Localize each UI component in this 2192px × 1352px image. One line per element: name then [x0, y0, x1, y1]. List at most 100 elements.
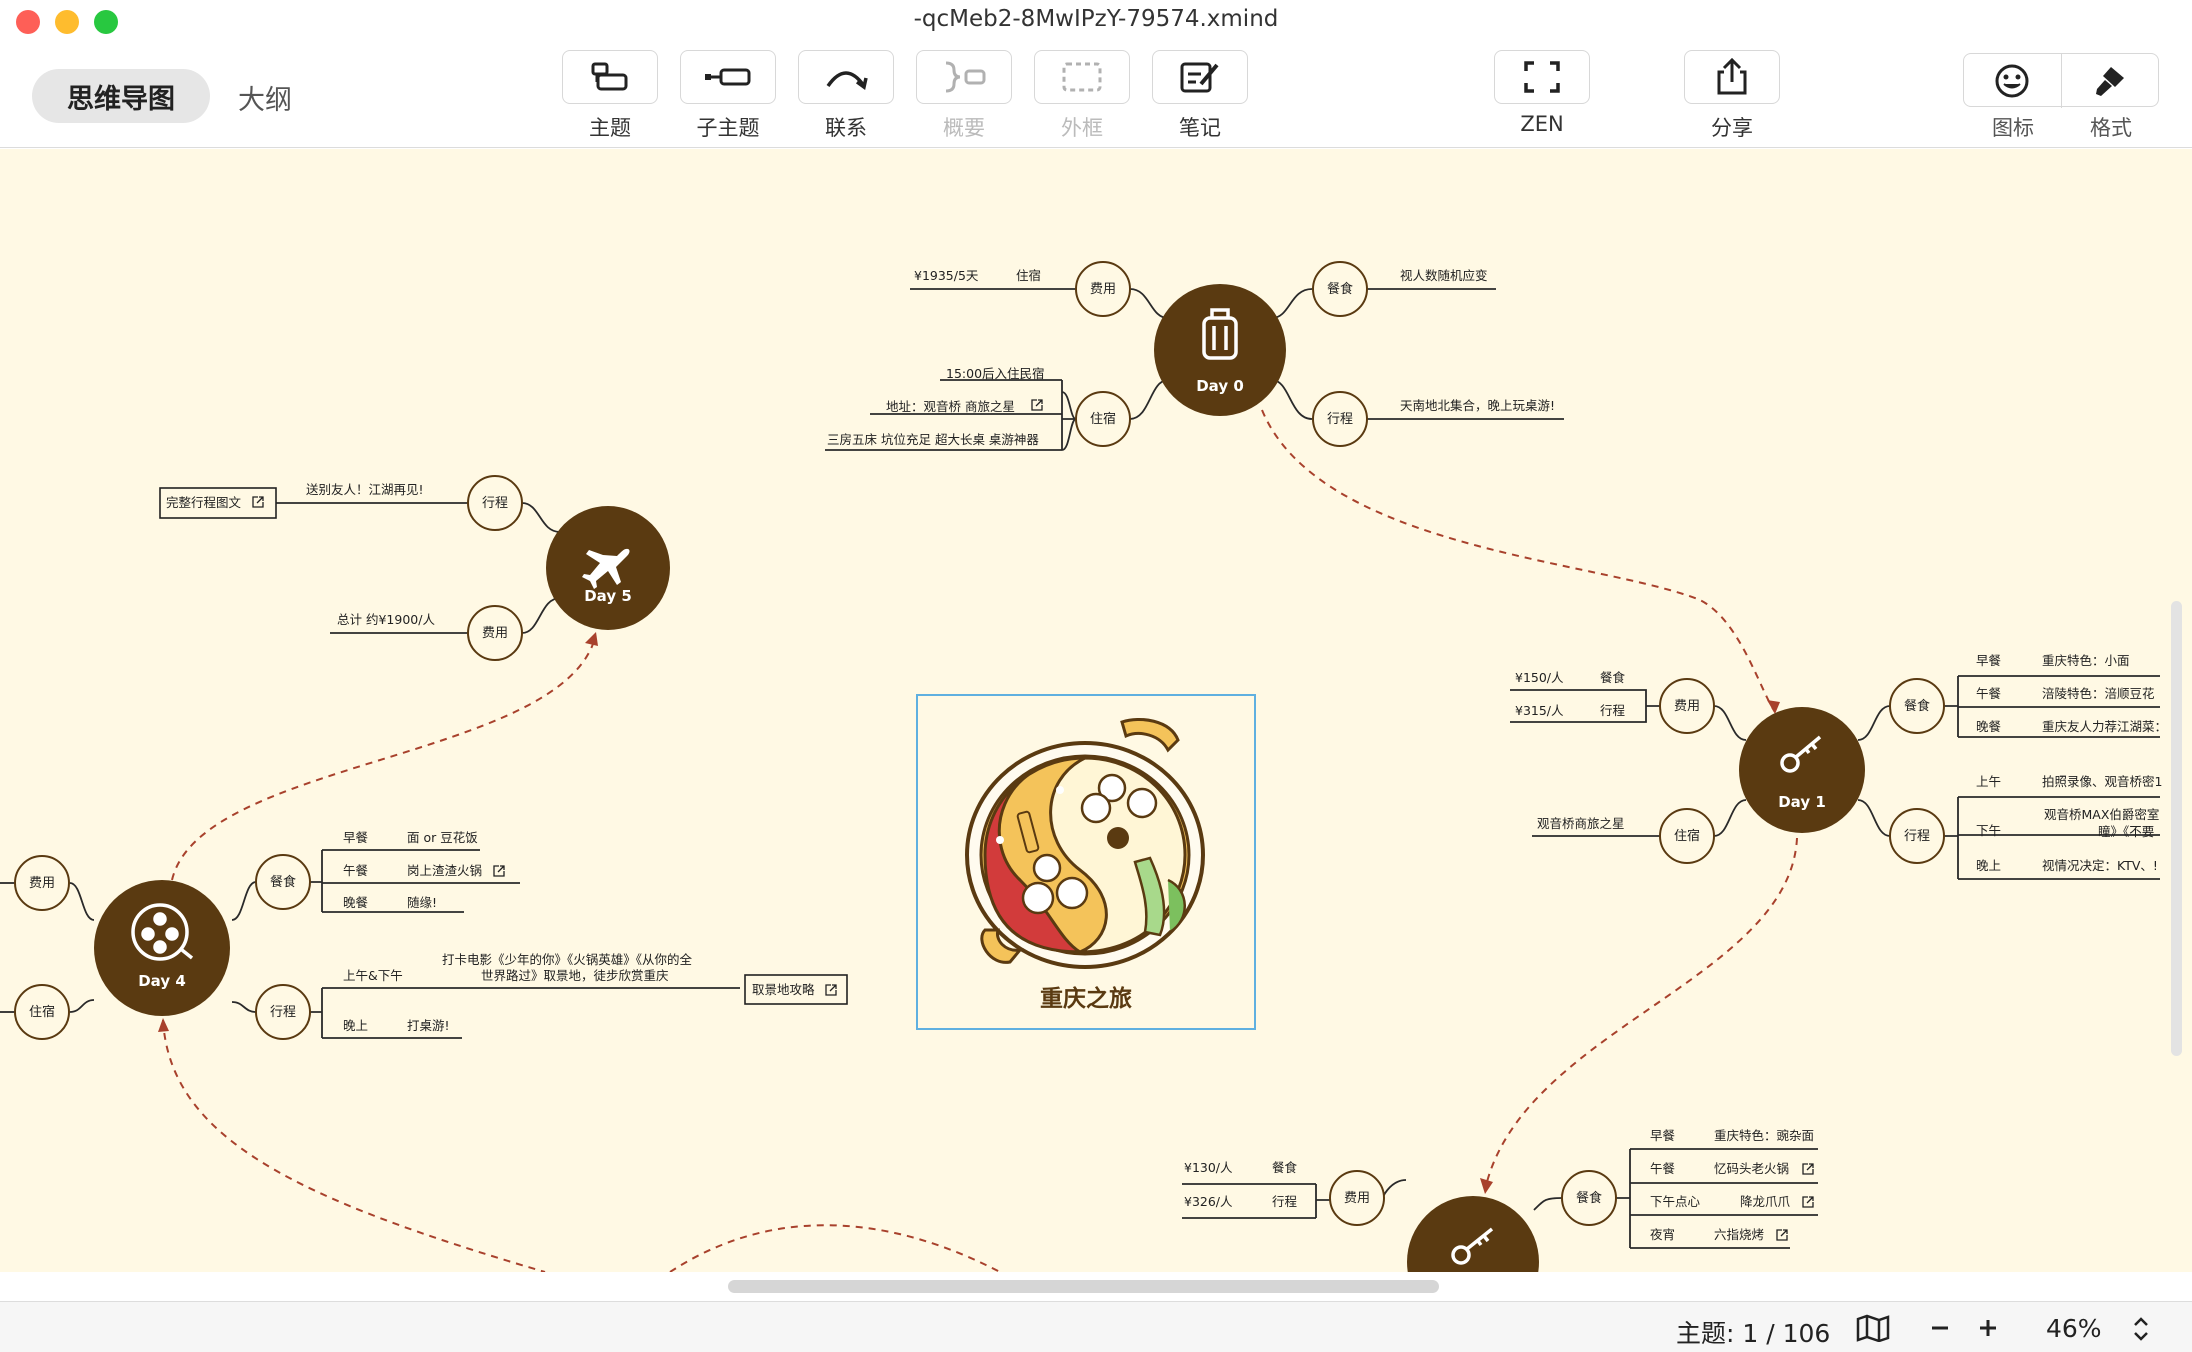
topic-text[interactable]: 下午点心 — [1650, 1194, 1701, 1209]
map-icon[interactable] — [1855, 1314, 1891, 1342]
topic-text[interactable]: 观音桥MAX伯爵密室 — [2044, 807, 2159, 822]
zoom-out-icon[interactable] — [1926, 1314, 1954, 1342]
day4-label: Day 4 — [138, 972, 186, 990]
relation-button[interactable]: 联系 — [798, 50, 894, 142]
topic-text[interactable]: 视情况决定：KTV、! — [2042, 858, 2158, 873]
boundary-button[interactable]: 外框 — [1034, 50, 1130, 142]
external-link-icon[interactable] — [252, 496, 264, 508]
topic-text[interactable]: 餐食 — [1272, 1160, 1298, 1175]
chevron-updown-icon[interactable] — [2130, 1314, 2152, 1344]
topic-text[interactable]: 总计 约¥1900/人 — [337, 612, 435, 627]
topic-text[interactable]: 降龙爪爪 — [1740, 1194, 1791, 1209]
external-link-icon[interactable] — [825, 984, 837, 996]
subtopic-button[interactable]: 子主题 — [680, 50, 776, 142]
topic-text[interactable]: 重庆特色：小面 — [2042, 653, 2130, 668]
mindmap-canvas[interactable]: Day 0 Day 1 Day 5 Day 4 费用 住宿 餐食 行程 费用 住… — [0, 149, 2192, 1272]
topic-text[interactable]: ¥150/人 — [1515, 670, 1564, 685]
icon-format-group — [1963, 53, 2159, 108]
external-link-icon[interactable] — [1031, 399, 1043, 411]
note-button-label: 笔记 — [1179, 116, 1221, 140]
window-title: -qcMeb2-8MwIPzY-79574.xmind — [913, 6, 1279, 32]
topic-text[interactable]: 晚餐 — [343, 895, 369, 910]
topic-button-label: 主题 — [589, 116, 631, 140]
topic-text[interactable]: 涪陵特色：涪顺豆花 — [2042, 686, 2155, 701]
topic-text[interactable]: 面 or 豆花饭 — [407, 830, 478, 845]
smiley-icon[interactable] — [1993, 63, 2031, 99]
tab-mindmap[interactable]: 思维导图 — [32, 69, 210, 123]
topic-text[interactable]: 行程 — [1272, 1194, 1298, 1209]
topic-text[interactable]: 世界路过》取景地，徒步欣赏重庆 — [481, 968, 669, 983]
boundary-button-label: 外框 — [1061, 116, 1103, 140]
topic-text[interactable]: 上午 — [1976, 774, 2001, 789]
topic-text[interactable]: ¥315/人 — [1515, 703, 1564, 718]
topic-text[interactable]: 下午 — [1976, 823, 2001, 838]
topic-text[interactable]: 随缘! — [407, 895, 437, 910]
icon-button-label[interactable]: 图标 — [1965, 112, 2061, 142]
topic-text[interactable]: ¥326/人 — [1184, 1194, 1233, 1209]
share-button-label: 分享 — [1711, 116, 1753, 140]
branch-label: 餐食 — [1327, 281, 1353, 297]
topic-text[interactable]: 早餐 — [1976, 653, 2002, 668]
topic-text[interactable]: 上午&下午 — [343, 968, 403, 983]
topic-text[interactable]: 晚餐 — [1976, 719, 2002, 734]
topic-text[interactable]: 晚上 — [343, 1018, 368, 1033]
brush-icon[interactable] — [2091, 63, 2129, 99]
summary-button[interactable]: 概要 — [916, 50, 1012, 142]
topic-text[interactable]: 完整行程图文 — [166, 495, 242, 510]
topic-text[interactable]: 观音桥商旅之星 — [1537, 816, 1625, 831]
subtopic-icon — [705, 68, 751, 86]
zen-button[interactable]: ZEN — [1494, 50, 1590, 136]
central-topic[interactable]: 重庆之旅 — [916, 694, 1256, 1030]
external-link-icon[interactable] — [1802, 1196, 1814, 1208]
topic-text[interactable]: 天南地北集合，晚上玩桌游! — [1400, 398, 1555, 413]
mindmap-svg: Day 0 Day 1 Day 5 Day 4 费用 住宿 餐食 行程 费用 住… — [0, 261, 2167, 1272]
share-icon — [1717, 58, 1747, 95]
external-link-icon[interactable] — [1776, 1229, 1788, 1241]
topic-text[interactable]: ¥1935/5天 — [914, 268, 979, 283]
day0-node[interactable] — [1154, 284, 1286, 416]
topic-text[interactable]: 住宿 — [1016, 268, 1041, 283]
topic-text[interactable]: 岗上渣渣火锅 — [407, 863, 482, 878]
topic-text[interactable]: ¥130/人 — [1184, 1160, 1233, 1175]
topic-text[interactable]: 打桌游! — [407, 1018, 450, 1033]
topic-text[interactable]: 送别友人！江湖再见! — [306, 482, 424, 497]
share-button[interactable]: 分享 — [1684, 50, 1780, 142]
topic-text[interactable]: 三房五床 坑位充足 超大长桌 桌游神器 — [827, 432, 1039, 447]
topic-text[interactable]: 视人数随机应变 — [1400, 268, 1488, 283]
vertical-scrollbar[interactable] — [2171, 601, 2182, 1056]
topic-text[interactable]: 早餐 — [343, 830, 369, 845]
topic-text[interactable]: 餐食 — [1600, 670, 1626, 685]
topic-text[interactable]: 打卡电影《少年的你》《火锅英雄》《从你的全 — [442, 952, 693, 967]
note-button[interactable]: 笔记 — [1152, 50, 1248, 142]
topic-text[interactable]: 夜宵 — [1650, 1227, 1675, 1242]
topic-text[interactable]: 午餐 — [1650, 1161, 1676, 1176]
topic-text[interactable]: 瞳》《不要 — [2098, 824, 2154, 839]
day0-label: Day 0 — [1196, 377, 1244, 395]
topic-text[interactable]: 行程 — [1600, 703, 1626, 718]
topic-text[interactable]: 午餐 — [343, 863, 369, 878]
topic-text[interactable]: 地址：观音桥 商旅之星 — [886, 399, 1015, 414]
topic-text[interactable]: 晚上 — [1976, 858, 2001, 873]
branch-label: 住宿 — [1674, 828, 1700, 844]
topic-text[interactable]: 六指烧烤 — [1714, 1227, 1764, 1242]
topic-text[interactable]: 取景地攻略 — [752, 982, 815, 997]
tab-outline[interactable]: 大纲 — [238, 78, 292, 117]
zoom-level[interactable]: 46% — [2046, 1314, 2102, 1343]
horizontal-scrollbar[interactable] — [728, 1280, 1439, 1293]
zoom-in-icon[interactable] — [1974, 1314, 2002, 1342]
topic-text[interactable]: 重庆特色：豌杂面 — [1714, 1128, 1814, 1143]
format-button-label[interactable]: 格式 — [2063, 112, 2159, 142]
topic-text[interactable]: 早餐 — [1650, 1128, 1676, 1143]
topic-text[interactable]: 15:00后入住民宿 — [946, 366, 1045, 381]
topic-text[interactable]: 拍照录像、观音桥密1 — [2042, 774, 2162, 789]
branch-label: 餐食 — [1904, 698, 1930, 714]
topic-text[interactable]: 午餐 — [1976, 686, 2002, 701]
external-link-icon[interactable] — [1802, 1163, 1814, 1175]
day2-node[interactable] — [1407, 1196, 1539, 1272]
topic-text[interactable]: 忆码头老火锅 — [1714, 1161, 1789, 1176]
title-bar: -qcMeb2-8MwIPzY-79574.xmind 思维导图 大纲 主题 子… — [0, 0, 2192, 148]
external-link-icon[interactable] — [493, 865, 505, 877]
topic-text[interactable]: 重庆友人力荐江湖菜： — [2042, 719, 2167, 734]
day1-node[interactable] — [1739, 707, 1865, 833]
topic-button[interactable]: 主题 — [562, 50, 658, 142]
